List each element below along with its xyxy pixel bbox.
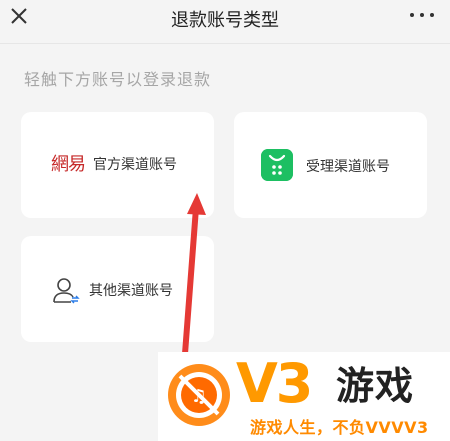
watermark-banner: ♫ V3 游戏 游戏人生，不负VVVV3 <box>158 352 450 441</box>
header: 退款账号类型 <box>0 0 450 34</box>
svg-text:♫: ♫ <box>191 386 207 407</box>
instruction-text: 轻触下方账号以登录退款 <box>24 70 212 89</box>
watermark-brand: V3 <box>236 352 313 415</box>
page-title: 退款账号类型 <box>171 10 279 31</box>
other-account-label: 其他渠道账号 <box>89 283 173 299</box>
other-account-card[interactable]: 其他渠道账号 <box>21 236 214 342</box>
netease-logo: 網易 <box>51 154 86 175</box>
official-account-card[interactable]: 網易 官方渠道账号 <box>21 112 214 218</box>
header-divider <box>0 43 450 44</box>
music-note-logo-icon: ♫ <box>168 364 230 426</box>
watermark-brand-suffix: 游戏 <box>336 364 415 408</box>
watermark-slogan: 游戏人生，不负VVVV3 <box>250 418 429 437</box>
user-icon <box>53 278 80 304</box>
agent-account-label: 受理渠道账号 <box>306 159 390 175</box>
more-options-icon[interactable] <box>408 10 436 22</box>
official-account-label: 官方渠道账号 <box>93 157 177 173</box>
app-store-icon <box>261 149 293 181</box>
agent-account-card[interactable]: 受理渠道账号 <box>234 112 427 218</box>
